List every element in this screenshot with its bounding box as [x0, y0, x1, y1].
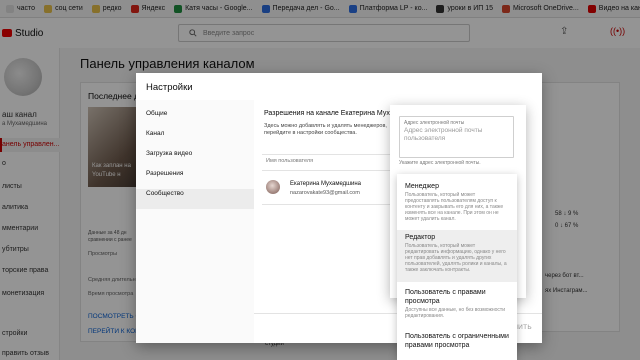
email-hint: Укажите адрес электронной почты.: [399, 160, 481, 166]
role-name: Пользователь с правами просмотра: [405, 289, 486, 305]
permissions-description: Здесь можно добавлять и удалять менеджер…: [264, 123, 387, 136]
role-description: Доступны все данные, но без возможности …: [405, 307, 506, 319]
dialog-title: Настройки: [146, 82, 193, 93]
email-field[interactable]: Адрес электронной почты Адрес электронно…: [399, 116, 514, 158]
settings-nav-community[interactable]: Сообщество: [146, 190, 184, 197]
role-option-viewer[interactable]: Пользователь с правами просмотра Доступн…: [397, 288, 517, 319]
role-option-editor[interactable]: Редактор Пользователь, который может ред…: [397, 230, 517, 282]
role-dropdown: Менеджер Пользователь, который может пре…: [397, 174, 517, 360]
divider: [262, 170, 390, 171]
settings-nav: Общие Канал Загрузка видео Разрешения Со…: [136, 100, 254, 343]
permissions-heading: Разрешения на канале Екатерина Мухаме: [264, 110, 403, 117]
role-option-limited-viewer[interactable]: Пользователь с ограниченными правами про…: [397, 332, 517, 350]
user-email: nazarovakate93@gmail.com: [290, 190, 360, 196]
settings-nav-upload[interactable]: Загрузка видео: [146, 150, 192, 157]
settings-nav-permissions[interactable]: Разрешения: [146, 170, 183, 177]
role-option-manager[interactable]: Менеджер Пользователь, который может пре…: [397, 182, 517, 222]
email-field-label: Адрес электронной почты: [404, 120, 465, 126]
col-header-username: Имя пользователя: [266, 158, 314, 164]
user-avatar: [266, 180, 280, 194]
settings-nav-general[interactable]: Общие: [146, 110, 167, 117]
settings-nav-channel[interactable]: Канал: [146, 130, 164, 137]
role-description: Пользователь, который может редактироват…: [405, 243, 507, 273]
role-name: Менеджер: [405, 183, 439, 190]
divider: [262, 154, 390, 155]
user-name: Екатерина Мухамедшина: [290, 181, 361, 187]
role-name: Редактор: [405, 234, 436, 241]
role-description: Пользователь, который может предоставлят…: [405, 192, 504, 222]
divider: [262, 204, 390, 205]
email-field-placeholder: Адрес электронной почты пользователя: [404, 127, 483, 142]
role-name: Пользователь с ограниченными правами про…: [405, 333, 509, 349]
